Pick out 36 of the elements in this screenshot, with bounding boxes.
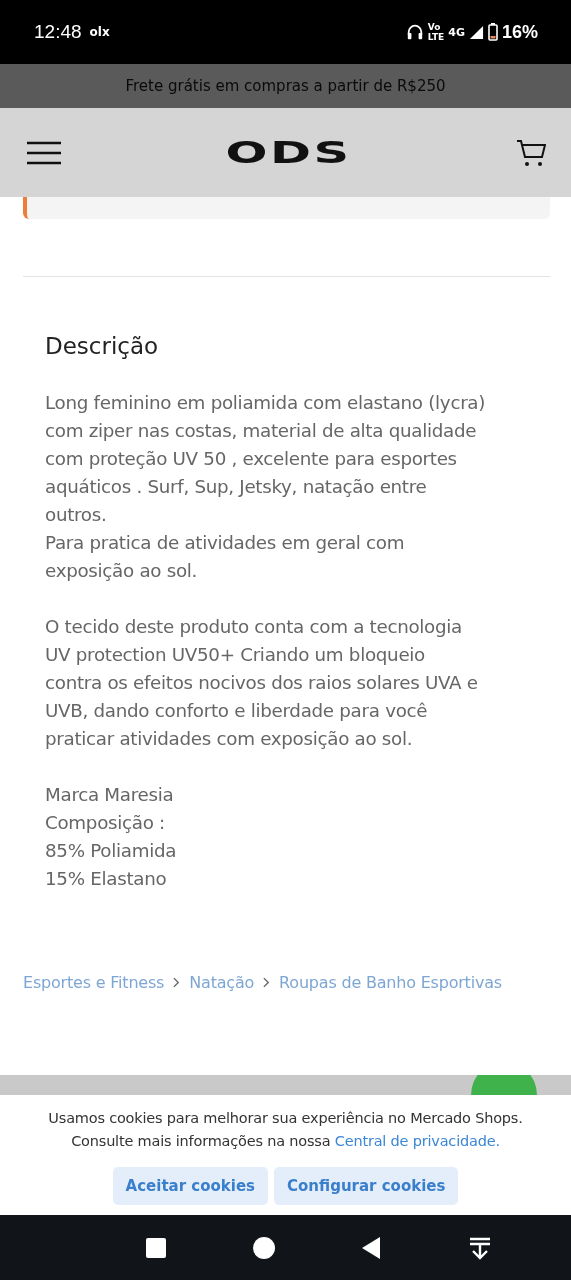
description-text: Long feminino em poliamida com elastano (lycra) com ziper nas costas, material de alta qualidade com proteção UV 50 , excelente para esportes aquáticos . Surf, Sup, Jetsky, natação entre outros. Para pratica de atividades em geral com exposição ao sol. <box>45 391 487 583</box>
battery-icon <box>487 23 498 41</box>
section-title: Descrição <box>45 333 160 359</box>
notification-text: olx <box>89 25 110 39</box>
menu-icon <box>27 140 61 165</box>
clock-time: 12:48 <box>34 21 82 43</box>
network-text: Vo <box>427 22 442 32</box>
breadcrumb-link[interactable]: Roupas de Banho Esportivas <box>279 973 502 992</box>
download-button[interactable] <box>468 1235 492 1260</box>
store-logo: ODS <box>225 134 352 171</box>
home-circle-button[interactable] <box>252 1235 276 1260</box>
square-button[interactable] <box>144 1235 168 1260</box>
description-text: Marca Maresia Composição : 85% Poliamida 15% Elastano <box>45 783 178 891</box>
network-type: 4G <box>448 25 465 39</box>
home-circle-icon <box>252 1235 276 1260</box>
breadcrumb-link[interactable]: Natação <box>189 973 255 992</box>
chevron-right-icon <box>173 977 181 988</box>
menu-button[interactable] <box>27 140 61 165</box>
cookie-button[interactable]: Configurar cookies <box>274 1167 459 1205</box>
network-text: LTE <box>427 32 445 42</box>
battery-percent: 16% <box>501 21 538 43</box>
description-text: O tecido deste produto conta com a tecnologia UV protection UV50+ Criando um bloqueio contra os efeitos nocivos dos raios solares UVA e UVB, dando conforto e liberdade para você praticar atividades com exposição ao sol. <box>45 615 479 751</box>
cart-icon <box>516 138 546 167</box>
download-icon <box>468 1235 492 1260</box>
cart-button[interactable] <box>516 138 546 167</box>
cookie-button[interactable]: Aceitar cookies <box>112 1167 269 1205</box>
cookie-text: Usamos cookies para melhorar sua experiência no Mercado Shops. <box>48 1109 523 1128</box>
square-icon <box>144 1235 168 1260</box>
signal-icon <box>468 24 484 40</box>
chevron-right-icon <box>263 977 271 988</box>
breadcrumb-link[interactable]: Esportes e Fitness <box>23 973 165 992</box>
promo-text: Frete grátis em compras a partir de R$250 <box>125 77 446 95</box>
cookie-text: Consulte mais informações na nossa Central de privacidade. <box>71 1132 500 1151</box>
privacy-link[interactable]: Central de privacidade. <box>334 1133 500 1149</box>
headphones-icon <box>405 23 424 41</box>
chat-button-icon <box>471 1075 537 1095</box>
